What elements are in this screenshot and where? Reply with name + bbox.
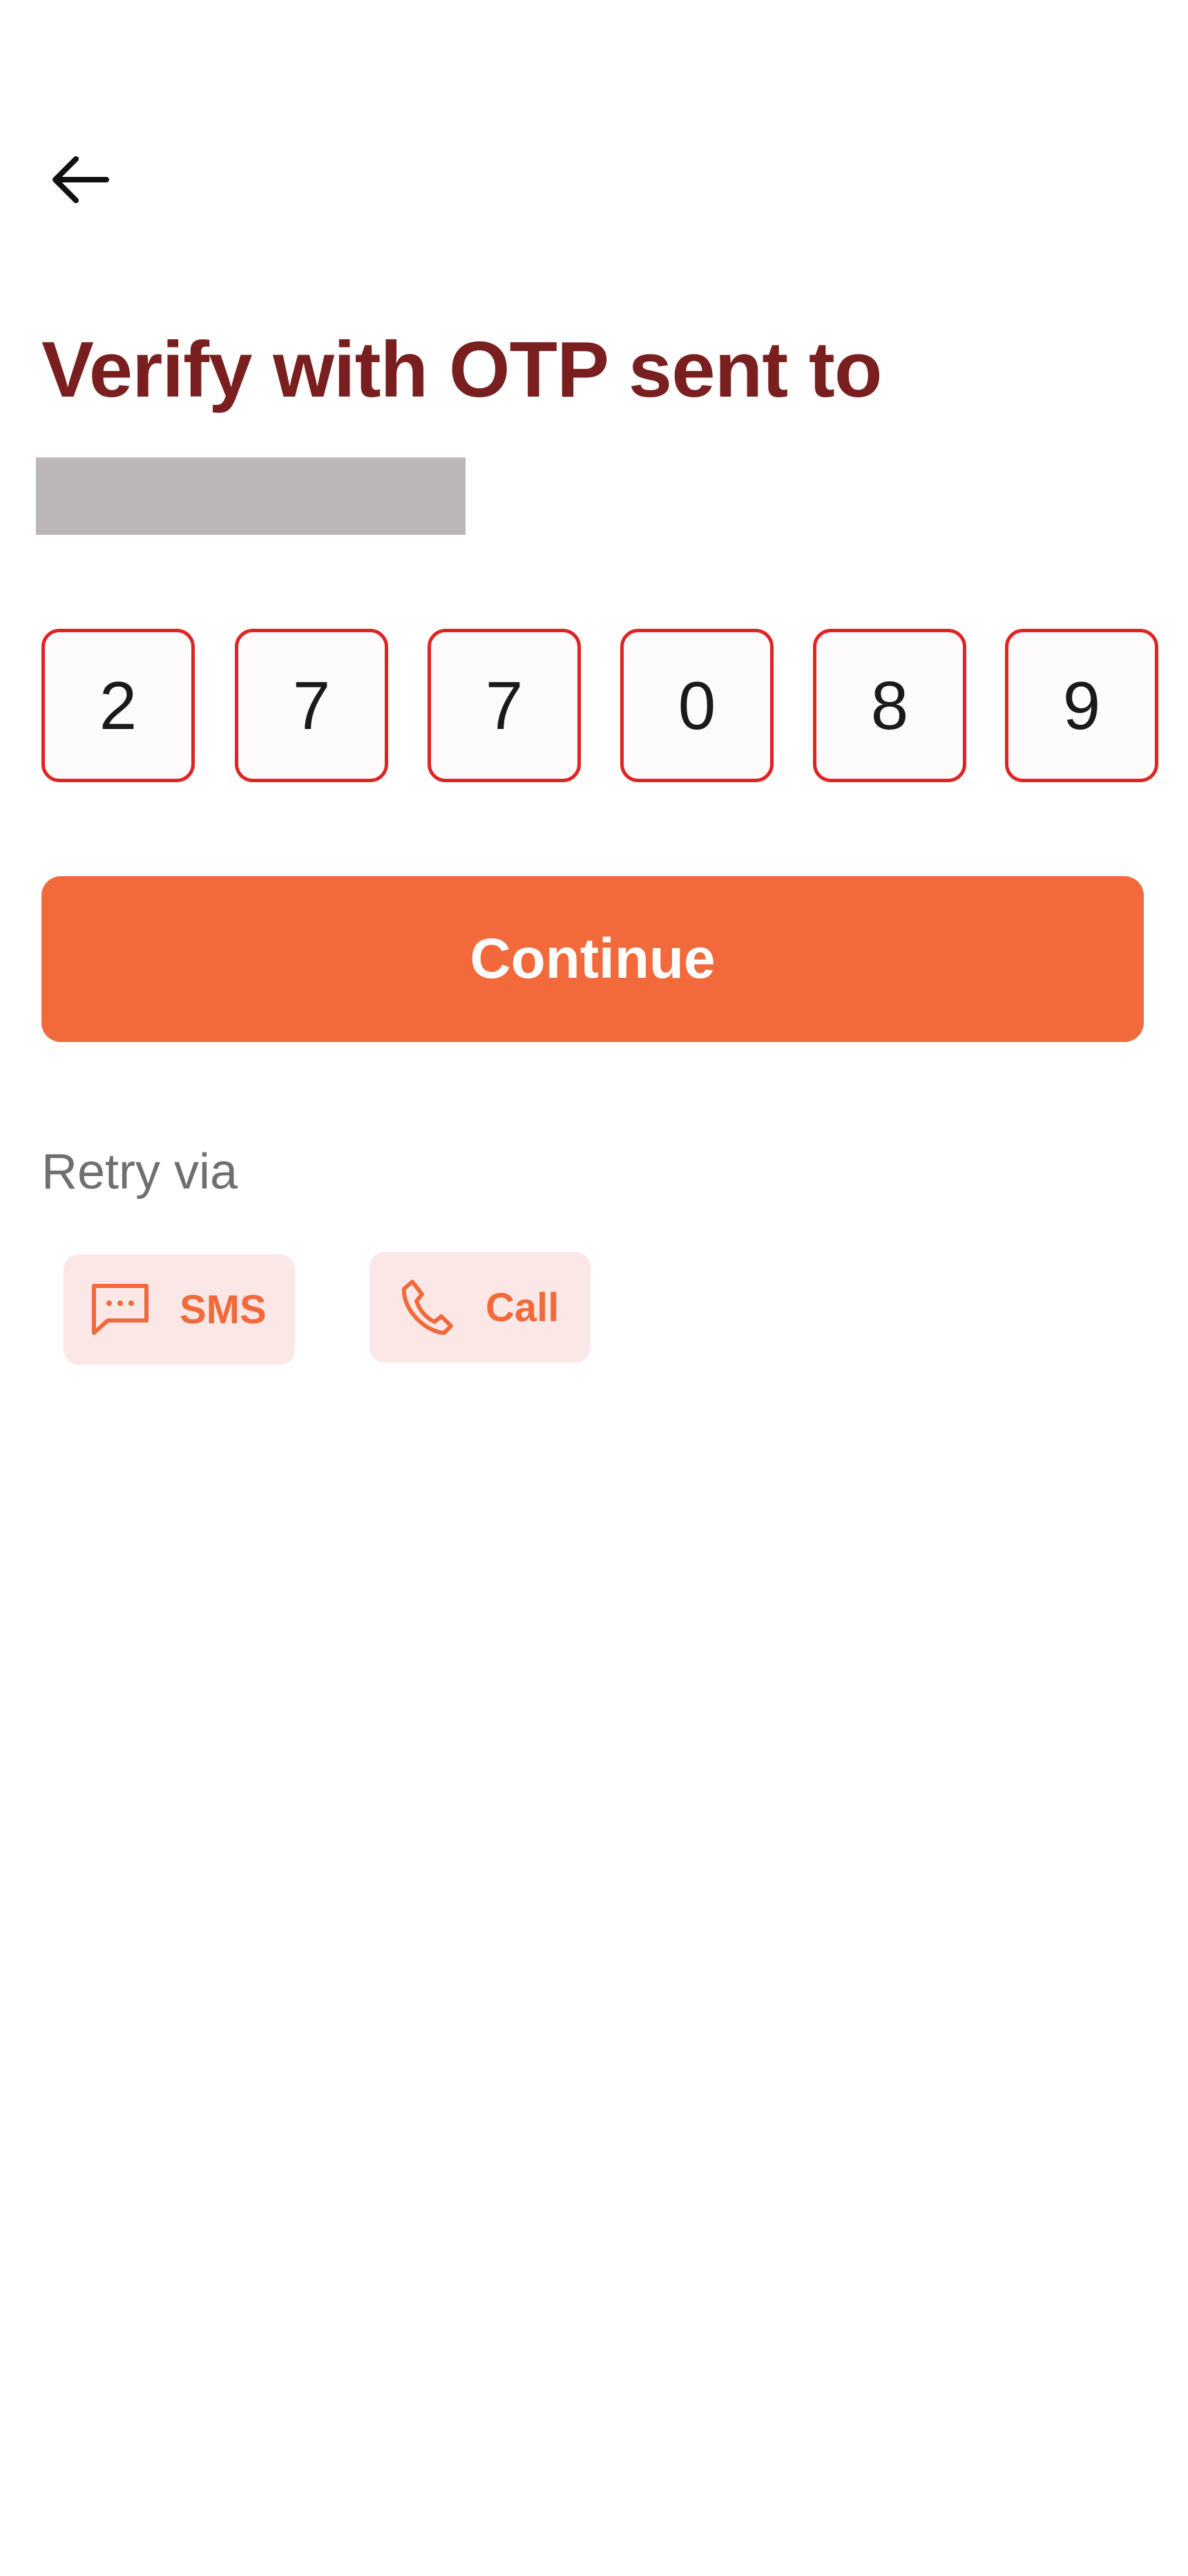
page-title: Verify with OTP sent to (41, 326, 882, 414)
otp-digit-4[interactable]: 0 (620, 629, 774, 782)
continue-button[interactable]: Continue (41, 876, 1144, 1042)
message-icon (88, 1278, 152, 1341)
retry-sms-label: SMS (180, 1287, 267, 1332)
redacted-phone-number (36, 457, 466, 535)
otp-digit-5[interactable]: 8 (813, 629, 966, 782)
otp-digit-3[interactable]: 7 (428, 629, 581, 782)
retry-call-label: Call (486, 1285, 559, 1330)
retry-sms-button[interactable]: SMS (64, 1254, 295, 1365)
otp-digit-6[interactable]: 9 (1005, 629, 1158, 782)
otp-digit-1[interactable]: 2 (41, 629, 195, 782)
back-button[interactable] (41, 145, 117, 214)
arrow-left-icon (52, 156, 109, 203)
otp-digit-2[interactable]: 7 (235, 629, 388, 782)
continue-button-label: Continue (470, 927, 716, 990)
retry-call-button[interactable]: Call (370, 1252, 591, 1363)
otp-input-group: 2 7 7 0 8 9 (41, 629, 1160, 785)
phone-icon (394, 1276, 458, 1339)
retry-via-label: Retry via (41, 1144, 238, 1200)
